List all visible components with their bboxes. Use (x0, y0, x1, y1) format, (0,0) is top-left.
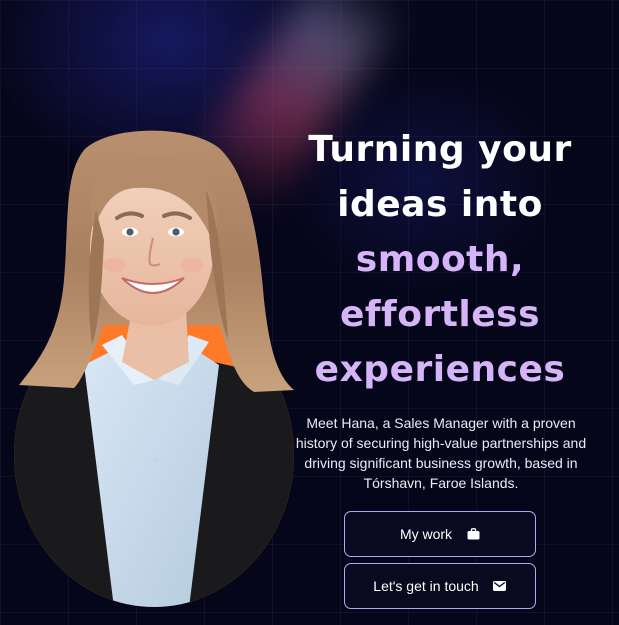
get-in-touch-button[interactable]: Let's get in touch (344, 563, 536, 609)
headline-highlight-line-5: experiences (314, 349, 566, 390)
headline-highlight-line-3: smooth, (355, 239, 525, 280)
headline-line-1: Turning your (308, 129, 572, 170)
briefcase-icon (466, 527, 480, 541)
my-work-button-label: My work (399, 526, 453, 542)
hero-description: Meet Hana, a Sales Manager with a proven… (295, 415, 587, 491)
my-work-button[interactable]: My work (344, 511, 536, 557)
get-in-touch-button-label: Let's get in touch (373, 578, 479, 594)
mail-icon (493, 579, 507, 593)
profile-portrait (14, 130, 294, 608)
hero-headline: Turning your ideas into smooth, effortle… (290, 122, 590, 397)
headline-line-2: ideas into (337, 184, 543, 225)
headline-highlight-line-4: effortless (339, 294, 541, 335)
